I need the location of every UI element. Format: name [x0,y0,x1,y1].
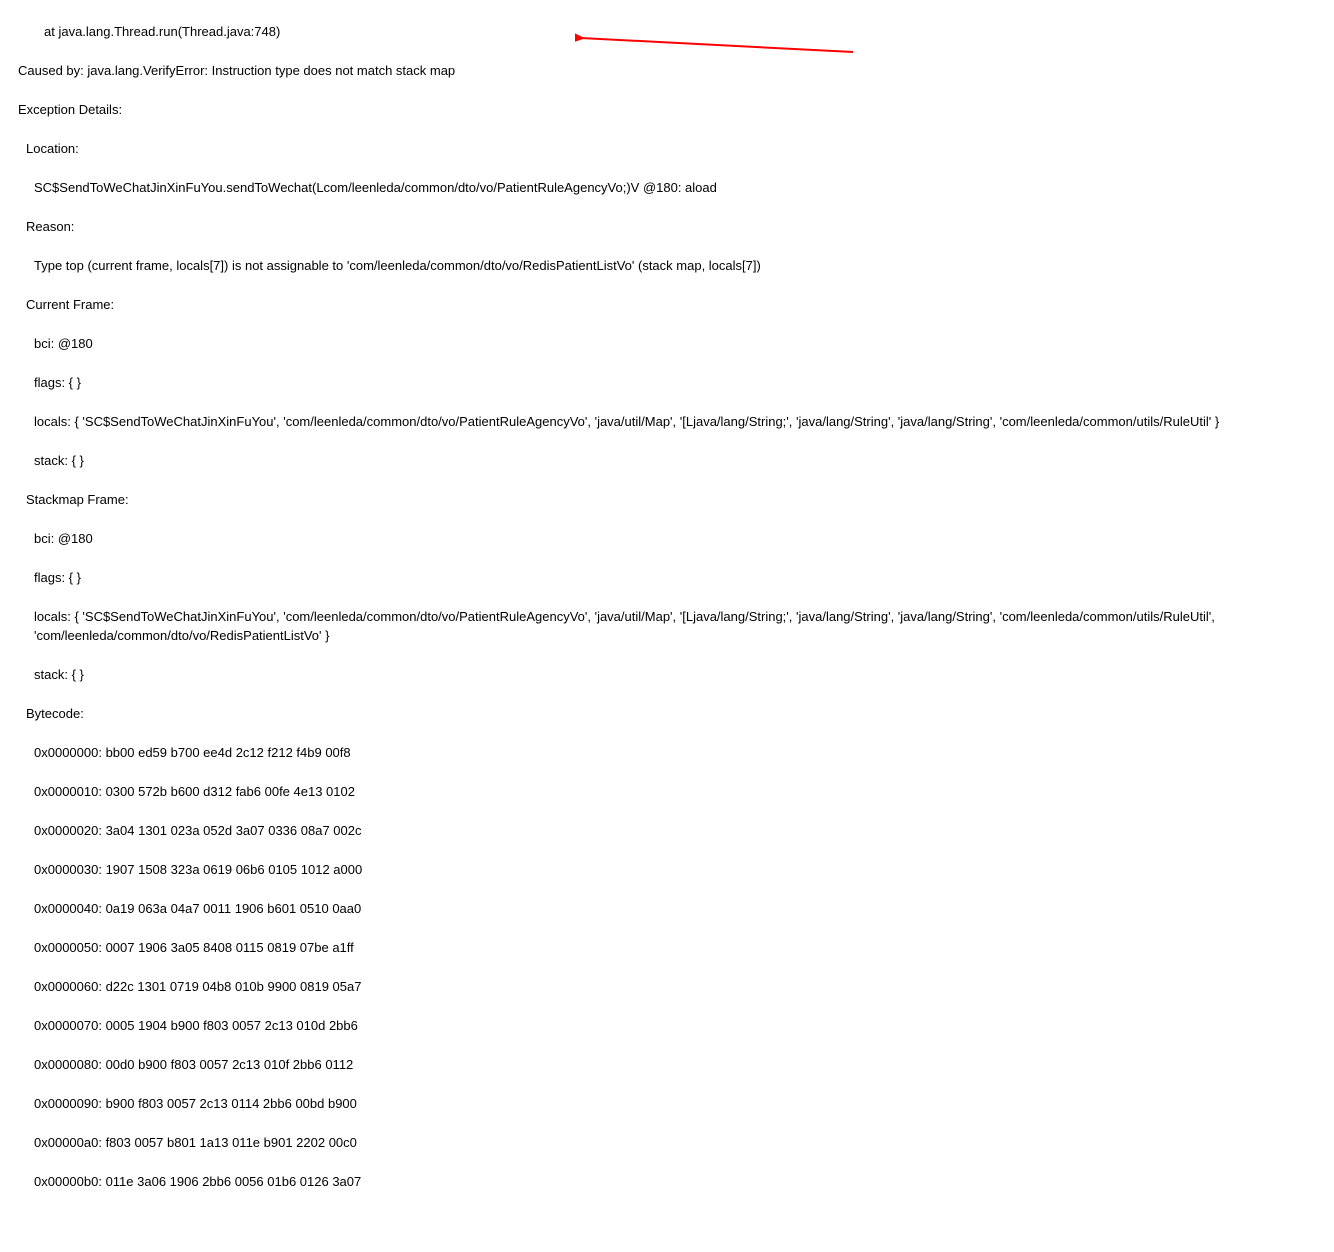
cf-bci: bci: @180 [4,334,1330,354]
bytecode-line: 0x0000070: 0005 1904 b900 f803 0057 2c13… [4,1016,1330,1036]
sm-bci: bci: @180 [4,529,1330,549]
sm-flags: flags: { } [4,568,1330,588]
caused-by-line: Caused by: java.lang.VerifyError: Instru… [4,61,1330,81]
reason-value: Type top (current frame, locals[7]) is n… [4,256,1330,276]
bytecode-line: 0x0000060: d22c 1301 0719 04b8 010b 9900… [4,977,1330,997]
bytecode-line: 0x0000020: 3a04 1301 023a 052d 3a07 0336… [4,821,1330,841]
stack-trace: at java.lang.Thread.run(Thread.java:748)… [0,0,1334,1252]
location-header: Location: [4,139,1330,159]
reason-header: Reason: [4,217,1330,237]
bytecode-line: 0x0000050: 0007 1906 3a05 8408 0115 0819… [4,938,1330,958]
cf-locals: locals: { 'SC$SendToWeChatJinXinFuYou', … [4,412,1330,432]
exception-details-header: Exception Details: [4,100,1330,120]
cf-flags: flags: { } [4,373,1330,393]
sm-stack: stack: { } [4,665,1330,685]
location-value: SC$SendToWeChatJinXinFuYou.sendToWechat(… [4,178,1330,198]
bytecode-line: 0x0000010: 0300 572b b600 d312 fab6 00fe… [4,782,1330,802]
sm-locals: locals: { 'SC$SendToWeChatJinXinFuYou', … [4,607,1330,646]
bytecode-header: Bytecode: [4,704,1330,724]
bytecode-line: 0x0000000: bb00 ed59 b700 ee4d 2c12 f212… [4,743,1330,763]
bytecode-line: 0x0000090: b900 f803 0057 2c13 0114 2bb6… [4,1094,1330,1114]
trace-line: at java.lang.Thread.run(Thread.java:748) [4,22,1330,42]
bytecode-line: 0x0000080: 00d0 b900 f803 0057 2c13 010f… [4,1055,1330,1075]
bytecode-line: 0x00000b0: 011e 3a06 1906 2bb6 0056 01b6… [4,1172,1330,1192]
bytecode-line: 0x0000040: 0a19 063a 04a7 0011 1906 b601… [4,899,1330,919]
bytecode-line: 0x0000030: 1907 1508 323a 0619 06b6 0105… [4,860,1330,880]
stackmap-frame-header: Stackmap Frame: [4,490,1330,510]
bytecode-line: 0x00000a0: f803 0057 b801 1a13 011e b901… [4,1133,1330,1153]
cf-stack: stack: { } [4,451,1330,471]
current-frame-header: Current Frame: [4,295,1330,315]
